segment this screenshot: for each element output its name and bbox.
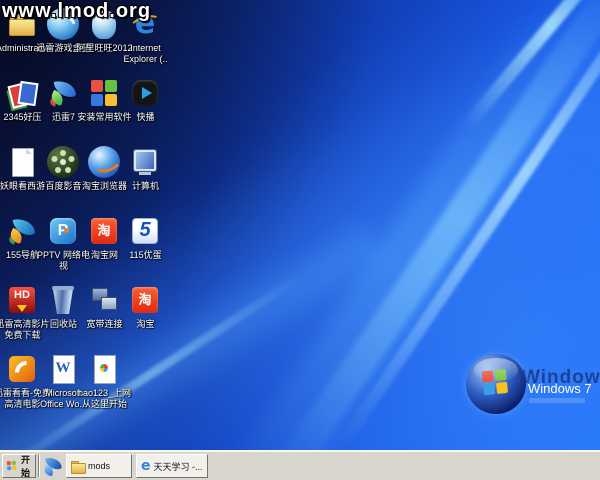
doc-icon <box>6 146 38 178</box>
desktop-icon-grid: Administrator 迅雷游戏盒子 阿里旺旺2012 e Internet… <box>0 0 600 450</box>
winsq-icon <box>88 77 120 109</box>
cards-icon <box>6 77 38 109</box>
desktop-icon-broadband-connection[interactable]: 宽带连接 <box>84 284 125 350</box>
desktop-icon-label: 淘宝 <box>113 319 179 330</box>
desktop-icon-install-common-software[interactable]: 安装常用软件 <box>84 77 125 143</box>
taskbutton-label: mods <box>88 461 110 471</box>
qvod-icon <box>129 77 161 109</box>
taskbutton-mods-folder[interactable]: mods <box>66 454 132 478</box>
ie-icon: e <box>141 459 151 473</box>
desktop-icon-yaoyan-kan-xiyou[interactable]: 妖眼看西游 <box>2 146 43 212</box>
watermark-text: www.lmod.org <box>2 0 151 23</box>
folder-icon <box>71 461 85 472</box>
hao-icon <box>88 353 120 385</box>
bird155-icon <box>6 215 38 247</box>
start-label: 开始 <box>20 453 31 479</box>
tbsq-icon: 淘 <box>88 215 120 247</box>
windows7-desktop: Windows 7 Windows 7 www.lmod.org Adminis… <box>0 0 600 480</box>
recycle-icon <box>47 284 79 316</box>
taskbutton-label: 天天学习 -... <box>154 460 203 473</box>
desktop-icon-baidu-player[interactable]: 百度影音 <box>43 146 84 212</box>
kankan-icon <box>6 353 38 385</box>
quicklaunch-xunlei-bird-icon[interactable] <box>42 455 64 477</box>
start-button[interactable]: 开始 <box>2 454 36 478</box>
desktop-icon-taobao[interactable]: 淘 淘宝 <box>125 284 166 350</box>
desktop-icon-taobao-browser[interactable]: 淘宝浏览器 <box>84 146 125 212</box>
desktop-icon-qvod-player[interactable]: 快播 <box>125 77 166 143</box>
desktop-icon-pptv-tv[interactable]: P PPTV 网络电 视 <box>43 215 84 281</box>
desktop-icon-taobao-site[interactable]: 淘 淘宝网 <box>84 215 125 281</box>
windows-flag-icon <box>7 461 18 472</box>
pptv-icon: P <box>47 215 79 247</box>
tbsq-icon: 淘 <box>129 284 161 316</box>
desktop-icon-computer[interactable]: 计算机 <box>125 146 166 212</box>
desktop-icon-hao123-shortcut[interactable]: hao123_上网 从这里开始 <box>84 353 125 419</box>
desktop-icon-label: hao123_上网 从这里开始 <box>72 388 138 410</box>
desktop-icon-label: 快播 <box>113 112 179 123</box>
115-icon: 5 <box>129 215 161 247</box>
desktop-icon-youdan-115[interactable]: 5 115优蛋 <box>125 215 166 281</box>
desktop-icon-label: Internet Explorer (.. <box>113 43 179 65</box>
taskbar: 开始 mods e 天天学习 -... CH ^ 18:10 <box>0 450 600 480</box>
word-icon: W <box>47 353 79 385</box>
monitor-icon <box>129 146 161 178</box>
hd-icon: HD <box>6 284 38 316</box>
taskbutton-ie-tiantianxuexi[interactable]: e 天天学习 -... <box>136 454 208 478</box>
taskbar-separator <box>38 455 40 477</box>
desktop-icon-label: 计算机 <box>113 181 179 192</box>
desktop-icon-xunlei-7[interactable]: 迅雷7 <box>43 77 84 143</box>
tbglobe-icon <box>88 146 120 178</box>
desktop-icon-label: 115优蛋 <box>113 250 179 261</box>
film-icon <box>47 146 79 178</box>
desktop-icon-haozip-2345[interactable]: 2345好压 <box>2 77 43 143</box>
net2-icon <box>88 284 120 316</box>
bird7-icon <box>47 77 79 109</box>
desktop-icon-recycle-bin[interactable]: 回收站 <box>43 284 84 350</box>
desktop-icon-xunlei-hd-movies[interactable]: HD 迅雷高清影片 免费下载 <box>2 284 43 350</box>
